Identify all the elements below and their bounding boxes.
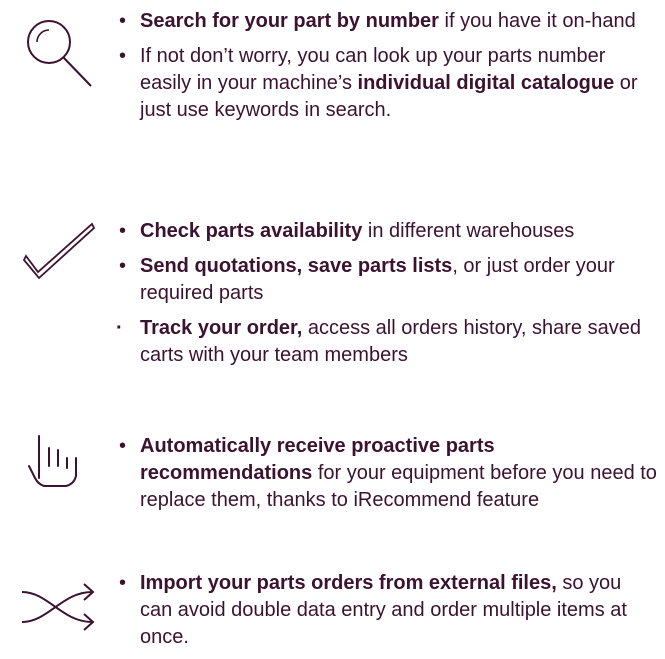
list-item: Track your order, access all orders hist… — [116, 315, 658, 369]
list-item: Import your parts orders from external f… — [118, 570, 658, 651]
list-item: Automatically receive proactive parts re… — [118, 433, 658, 514]
shuffle-arrows-icon — [18, 578, 98, 650]
bullet-list: Check parts availability in different wa… — [116, 218, 658, 377]
list-item: Send quotations, save parts lists, or ju… — [118, 253, 658, 307]
bullet-list: Search for your part by number if you ha… — [118, 8, 658, 132]
list-item: Search for your part by number if you ha… — [118, 8, 658, 35]
hand-pointer-icon — [18, 428, 98, 500]
checkmark-icon — [18, 220, 98, 292]
list-item: Check parts availability in different wa… — [118, 218, 658, 245]
list-item: If not don’t worry, you can look up your… — [118, 43, 658, 124]
bullet-list: Automatically receive proactive parts re… — [118, 433, 658, 522]
bullet-list: Import your parts orders from external f… — [118, 570, 658, 659]
magnifier-icon — [18, 12, 98, 87]
